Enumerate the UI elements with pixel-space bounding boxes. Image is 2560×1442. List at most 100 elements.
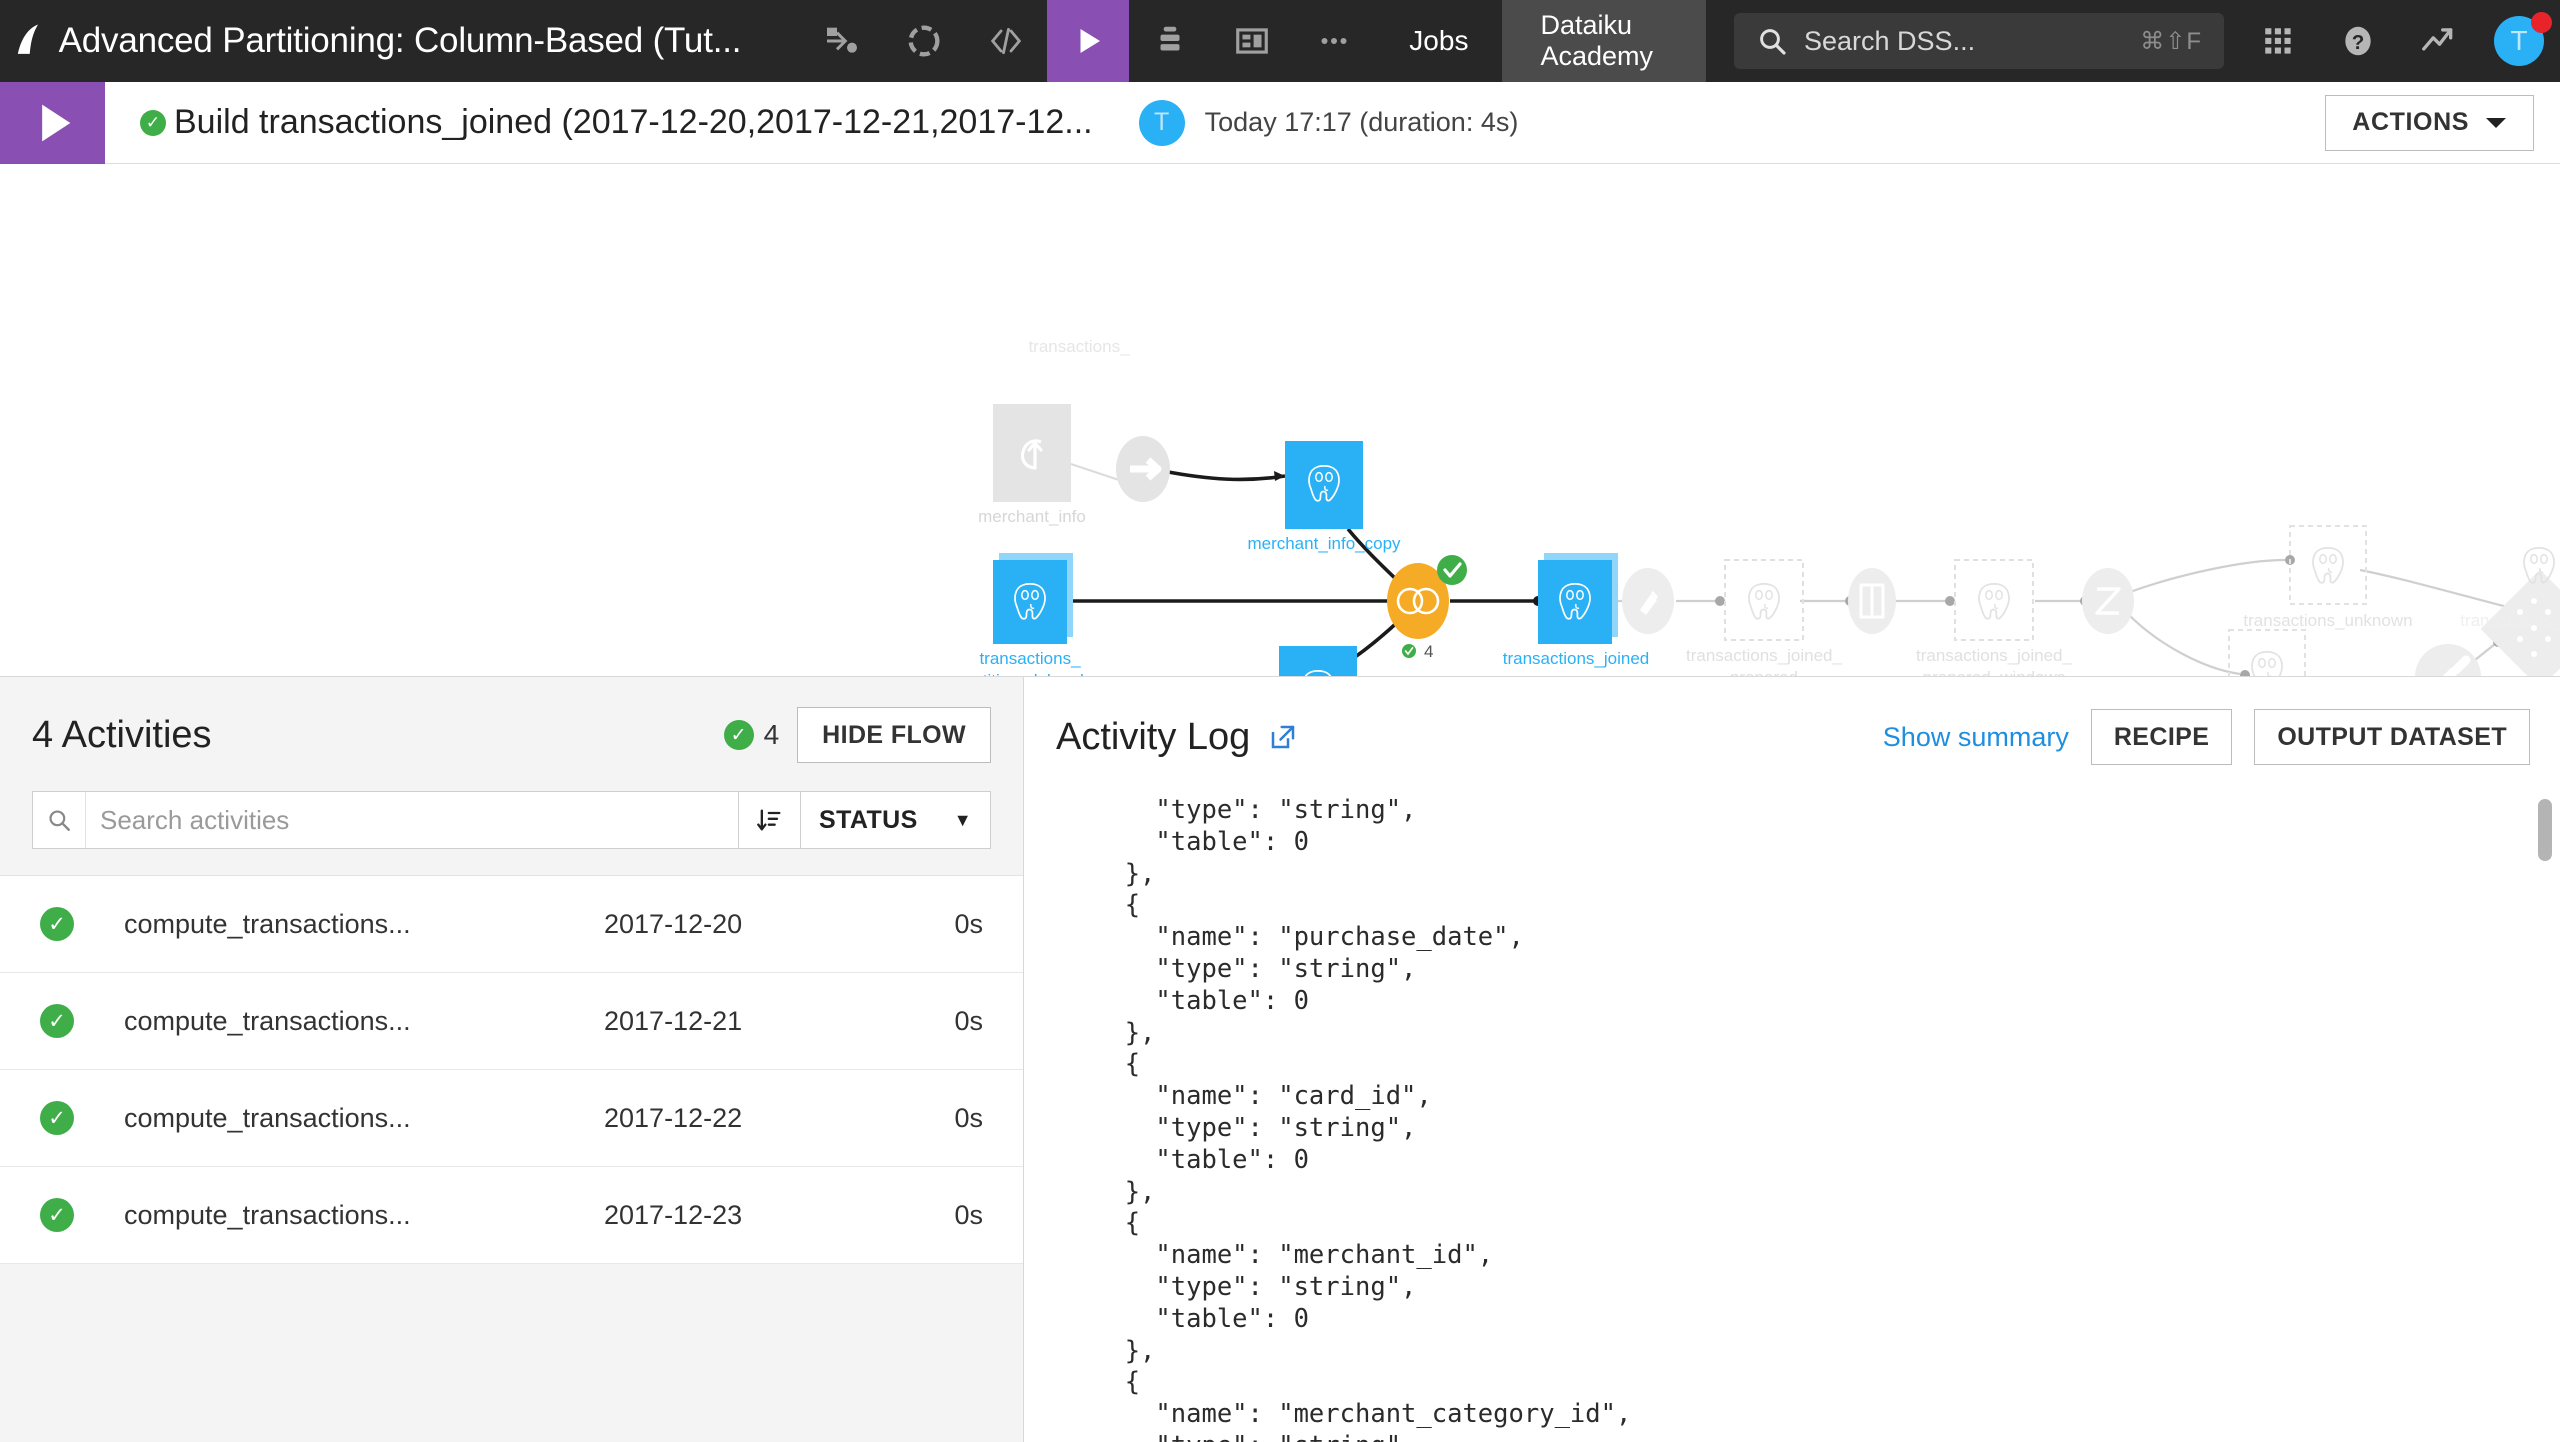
activity-duration: 0s (954, 1006, 983, 1037)
svg-text:transactions_unknown: transactions_unknown (2243, 611, 2412, 630)
flow-recipe-split[interactable] (2082, 568, 2134, 634)
topbar-right-icons: ? T (2238, 0, 2560, 82)
chevron-down-icon: ▼ (954, 810, 972, 831)
lab-icon[interactable] (883, 0, 965, 82)
nav-item-jobs[interactable]: Jobs (1375, 0, 1502, 82)
activities-header-right: ✓ 4 HIDE FLOW (724, 707, 991, 763)
flow-node-transactions_unknown[interactable]: transactions_unknown (2243, 526, 2412, 630)
external-link-icon[interactable] (1268, 722, 1298, 752)
dataiku-logo-icon[interactable] (0, 0, 55, 82)
flow-node-transactions_joined_prepared_windows[interactable]: transactions_joined_ prepared_windows (1916, 560, 2072, 677)
automation-icon[interactable] (1129, 0, 1211, 82)
job-user-avatar: T (1139, 100, 1185, 146)
activities-panel: 4 Activities ✓ 4 HIDE FLOW (0, 677, 1024, 1442)
svg-text:transactions_: transactions_ (979, 649, 1081, 668)
job-run-button[interactable] (0, 82, 105, 164)
table-row[interactable]: ✓ compute_transactions... 2017-12-20 0s (0, 876, 1023, 973)
hide-flow-button[interactable]: HIDE FLOW (797, 707, 991, 763)
activity-log-header: Activity Log Show summary RECIPE OUTPUT … (1024, 677, 2560, 765)
table-row[interactable]: ✓ compute_transactions... 2017-12-23 0s (0, 1167, 1023, 1264)
table-row[interactable]: ✓ compute_transactions... 2017-12-22 0s (0, 1070, 1023, 1167)
flow-partial-label: transactions_ (1028, 337, 1130, 356)
flow-node-transactions_joined_prepared[interactable]: transactions_joined_ prepared (1686, 560, 1842, 677)
activities-success-count: 4 (764, 719, 780, 751)
activity-log-panel: Activity Log Show summary RECIPE OUTPUT … (1024, 677, 2560, 1442)
job-timestamp: Today 17:17 (duration: 4s) (1205, 107, 1519, 138)
avatar[interactable]: T (2478, 0, 2560, 82)
svg-text:prepared: prepared (1730, 668, 1798, 677)
activity-duration: 0s (954, 1103, 983, 1134)
status-badge: ✓ (40, 1198, 74, 1232)
show-summary-link[interactable]: Show summary (1883, 722, 2069, 753)
flow-recipe-train[interactable] (2415, 644, 2481, 677)
svg-text:merchant_info_copy: merchant_info_copy (1247, 534, 1401, 553)
search-icon (1756, 25, 1788, 57)
activity-name: compute_transactions... (124, 909, 604, 940)
activity-log-actions: Show summary RECIPE OUTPUT DATASET (1883, 709, 2530, 765)
nav-icon-group (801, 0, 1375, 82)
more-ellipsis-icon[interactable] (1293, 0, 1375, 82)
flow-recipe-window[interactable] (1848, 568, 1896, 634)
apps-grid-icon[interactable] (2238, 0, 2318, 82)
join-badge-count: 4 (1424, 642, 1433, 661)
page-title: Advanced Partitioning: Column-Based (Tut… (59, 21, 742, 61)
search-shortcut-hint: ⌘⇧F (2140, 27, 2202, 56)
table-row[interactable]: ✓ compute_transactions... 2017-12-21 0s (0, 973, 1023, 1070)
search-input[interactable]: Search DSS... ⌘⇧F (1734, 13, 2224, 69)
search-placeholder-text: Search DSS... (1804, 26, 2140, 57)
status-filter-select[interactable]: STATUS ▼ (800, 792, 990, 848)
flow-node-merchant_info[interactable]: merchant_info (978, 404, 1086, 526)
success-check-icon: ✓ (724, 720, 754, 750)
svg-text:merchant_info: merchant_info (978, 507, 1086, 526)
status-badge: ✓ (40, 1101, 74, 1135)
flow-recipe-prepare[interactable] (1622, 568, 1674, 634)
success-check-icon: ✓ (140, 110, 166, 136)
job-title-group: ✓ Build transactions_joined (2017-12-20,… (140, 103, 1093, 142)
jobs-run-icon[interactable] (1047, 0, 1129, 82)
top-navigation-bar: Advanced Partitioning: Column-Based (Tut… (0, 0, 2560, 82)
search-activities-input[interactable] (85, 792, 738, 848)
code-icon[interactable] (965, 0, 1047, 82)
actions-button[interactable]: ACTIONS (2325, 95, 2534, 151)
activities-list: ✓ compute_transactions... 2017-12-20 0s … (0, 875, 1023, 1264)
activity-partition: 2017-12-22 (604, 1103, 904, 1134)
bottom-split: 4 Activities ✓ 4 HIDE FLOW (0, 677, 2560, 1442)
flow-recipe-sync-merchant[interactable] (1116, 436, 1170, 502)
activity-partition: 2017-12-23 (604, 1200, 904, 1231)
dashboard-icon[interactable] (1211, 0, 1293, 82)
actions-button-label: ACTIONS (2352, 108, 2469, 137)
activities-success-chip: ✓ 4 (724, 719, 780, 751)
trend-chart-icon[interactable] (2398, 0, 2478, 82)
svg-text:transactions_addresses: transactions_addresses (2460, 611, 2560, 630)
recipe-button[interactable]: RECIPE (2091, 709, 2232, 765)
activity-log-content: "type": "string", "table": 0 }, { "name"… (1024, 795, 2560, 1442)
activity-duration: 0s (954, 1200, 983, 1231)
activity-partition: 2017-12-21 (604, 1006, 904, 1037)
flow-node-cardholder_info_copy[interactable]: cardholder_info_copy (1237, 646, 1400, 677)
help-question-icon[interactable]: ? (2318, 0, 2398, 82)
flow-node-transactions_partitioned_by_day[interactable]: transactions_ partitioned_by_day (958, 553, 1102, 677)
activity-duration: 0s (954, 909, 983, 940)
academy-tab[interactable]: Dataiku Academy (1502, 0, 1706, 82)
job-title: Build transactions_joined (2017-12-20,20… (174, 103, 1093, 142)
activities-title: 4 Activities (32, 714, 212, 757)
activity-name: compute_transactions... (124, 1006, 604, 1037)
svg-text:?: ? (2352, 31, 2365, 54)
activity-partition: 2017-12-20 (604, 909, 904, 940)
log-scrollbar-thumb[interactable] (2538, 799, 2552, 861)
flow-recipe-join[interactable]: 4 (1387, 555, 1467, 661)
activities-header: 4 Activities ✓ 4 HIDE FLOW (0, 677, 1023, 763)
svg-text:prepared_windows: prepared_windows (1923, 668, 2066, 677)
flow-node-merchant_info_copy[interactable]: merchant_info_copy (1247, 441, 1401, 553)
sort-descending-icon[interactable] (738, 792, 800, 848)
output-dataset-button[interactable]: OUTPUT DATASET (2254, 709, 2530, 765)
status-filter-label: STATUS (819, 806, 918, 835)
status-badge: ✓ (40, 907, 74, 941)
flow-icon[interactable] (801, 0, 883, 82)
svg-text:transactions_joined: transactions_joined (1503, 649, 1649, 668)
flow-node-transactions_known[interactable]: transactions_known (2192, 630, 2342, 677)
flow-canvas: transactions_ (0, 164, 2560, 677)
log-scrollbar[interactable] (2538, 777, 2552, 1297)
flow-diagram[interactable]: transactions_ (0, 164, 2560, 677)
chevron-down-icon (2485, 116, 2507, 130)
